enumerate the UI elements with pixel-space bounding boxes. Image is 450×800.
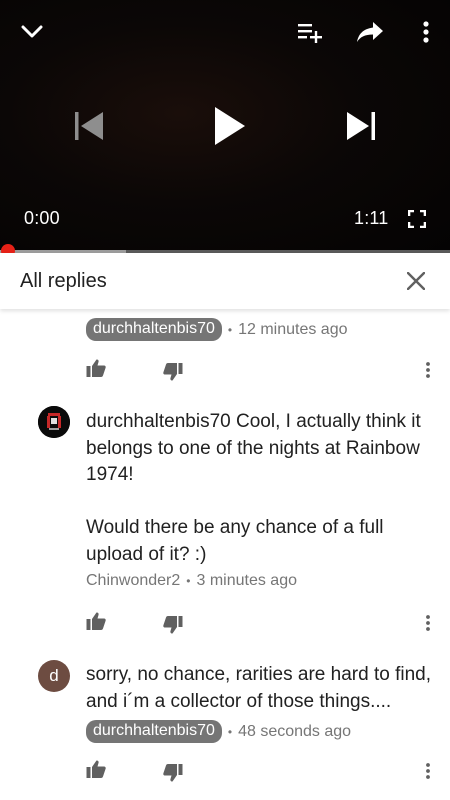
profile-picture — [38, 406, 70, 438]
more-vertical-icon — [426, 615, 430, 631]
comment-more-button[interactable] — [416, 757, 440, 785]
like-button[interactable] — [82, 607, 110, 635]
close-icon — [407, 272, 425, 290]
thumbs-down-icon — [163, 616, 183, 634]
fullscreen-icon — [408, 210, 426, 228]
chevron-down-icon — [21, 25, 43, 38]
total-time: 1:11 — [354, 208, 389, 228]
add-to-queue-button[interactable] — [292, 14, 328, 50]
comment-paragraph: durchhaltenbis70 Cool, I actually think … — [86, 411, 421, 485]
comment-paragraph: Would there be any chance of a full uplo… — [86, 517, 384, 565]
comment-text: sorry, no chance, rarities are hard to f… — [86, 662, 436, 715]
author-chip[interactable]: durchhaltenbis70 — [86, 318, 222, 341]
replies-header: All replies — [0, 253, 450, 309]
comment-more-button[interactable] — [416, 356, 440, 384]
dislike-button[interactable] — [159, 611, 187, 639]
comment-text: durchhaltenbis70 Cool, I actually think … — [86, 409, 436, 568]
thumbs-up-icon — [86, 612, 106, 630]
thumbs-up-icon — [86, 760, 106, 778]
skip-previous-icon — [75, 112, 103, 140]
current-time: 0:00 — [24, 208, 60, 228]
dislike-button[interactable] — [159, 358, 187, 386]
collapse-button[interactable] — [14, 14, 50, 50]
avatar[interactable]: d — [38, 660, 70, 692]
play-icon — [215, 107, 245, 145]
comment-author[interactable]: Chinwonder2 — [86, 572, 180, 590]
more-vertical-icon — [426, 763, 430, 779]
comment-time: 3 minutes ago — [196, 572, 297, 589]
avatar[interactable] — [38, 406, 70, 438]
share-button[interactable] — [350, 12, 390, 52]
comment-meta: durchhaltenbis70 • 12 minutes ago — [86, 318, 347, 341]
separator-dot: • — [186, 574, 191, 588]
next-button[interactable] — [338, 104, 382, 148]
thumbs-down-icon — [163, 363, 183, 381]
previous-button[interactable] — [68, 104, 112, 148]
like-button[interactable] — [82, 755, 110, 783]
replies-title: All replies — [20, 270, 107, 292]
separator-dot: • — [227, 724, 233, 739]
more-vertical-icon — [423, 21, 429, 43]
comment-time: 12 minutes ago — [238, 320, 348, 338]
author-chip[interactable]: durchhaltenbis70 — [86, 720, 222, 743]
separator-dot: • — [227, 322, 233, 337]
skip-next-icon — [347, 112, 375, 140]
comment-time: 48 seconds ago — [238, 722, 352, 740]
like-button[interactable] — [82, 354, 110, 382]
dislike-button[interactable] — [159, 759, 187, 787]
fullscreen-button[interactable] — [402, 204, 432, 234]
thumbs-down-icon — [163, 764, 183, 782]
comment-paragraph: sorry, no chance, rarities are hard to f… — [86, 664, 431, 712]
comment-meta: durchhaltenbis70 • 48 seconds ago — [86, 720, 351, 743]
avatar-initial: d — [49, 666, 59, 685]
video-player[interactable]: 0:00 1:11 — [0, 0, 450, 258]
more-vertical-icon — [426, 362, 430, 378]
share-arrow-icon — [357, 22, 383, 42]
comment-more-button[interactable] — [416, 609, 440, 637]
playlist-add-icon — [298, 24, 322, 43]
play-button[interactable] — [200, 96, 260, 156]
close-replies-button[interactable] — [400, 265, 432, 297]
comment-meta: Chinwonder2 • 3 minutes ago — [86, 572, 297, 590]
thumbs-up-icon — [86, 359, 106, 377]
player-more-button[interactable] — [410, 14, 442, 50]
